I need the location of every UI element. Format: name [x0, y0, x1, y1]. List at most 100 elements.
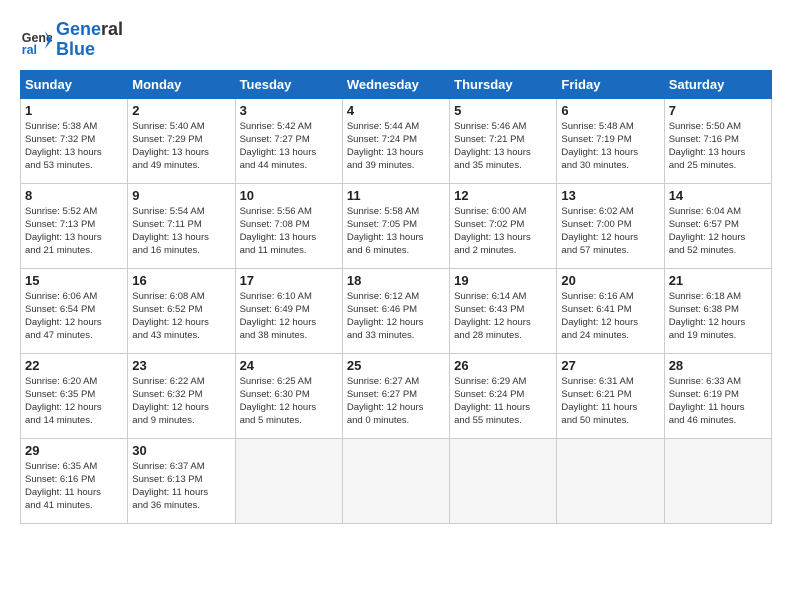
calendar-cell: 24 Sunrise: 6:25 AM Sunset: 6:30 PM Dayli… [235, 353, 342, 438]
calendar-week-row: 29 Sunrise: 6:35 AM Sunset: 6:16 PM Dayli… [21, 438, 772, 523]
calendar-cell: 18 Sunrise: 6:12 AM Sunset: 6:46 PM Dayli… [342, 268, 449, 353]
page-header: Gene ral GeneralBlue [20, 20, 772, 60]
day-number: 1 [25, 103, 123, 118]
day-number: 3 [240, 103, 338, 118]
calendar-cell: 2 Sunrise: 5:40 AM Sunset: 7:29 PM Daylig… [128, 98, 235, 183]
calendar-cell [450, 438, 557, 523]
day-number: 10 [240, 188, 338, 203]
calendar-cell: 10 Sunrise: 5:56 AM Sunset: 7:08 PM Dayli… [235, 183, 342, 268]
calendar-cell: 11 Sunrise: 5:58 AM Sunset: 7:05 PM Dayli… [342, 183, 449, 268]
calendar-cell: 26 Sunrise: 6:29 AM Sunset: 6:24 PM Dayli… [450, 353, 557, 438]
cell-details: Sunrise: 6:18 AM Sunset: 6:38 PM Dayligh… [669, 290, 767, 343]
weekday-header: Thursday [450, 70, 557, 98]
day-number: 23 [132, 358, 230, 373]
calendar-cell: 23 Sunrise: 6:22 AM Sunset: 6:32 PM Dayli… [128, 353, 235, 438]
calendar-cell: 25Sunrise: 6:27 AM Sunset: 6:27 PM Dayli… [342, 353, 449, 438]
cell-details: Sunrise: 5:52 AM Sunset: 7:13 PM Dayligh… [25, 205, 123, 258]
calendar-cell: 3 Sunrise: 5:42 AM Sunset: 7:27 PM Daylig… [235, 98, 342, 183]
calendar-cell [235, 438, 342, 523]
weekday-header: Saturday [664, 70, 771, 98]
calendar-cell: 22 Sunrise: 6:20 AM Sunset: 6:35 PM Dayli… [21, 353, 128, 438]
logo-icon: Gene ral [20, 24, 52, 56]
day-number: 2 [132, 103, 230, 118]
day-number: 22 [25, 358, 123, 373]
day-number: 14 [669, 188, 767, 203]
calendar-week-row: 22 Sunrise: 6:20 AM Sunset: 6:35 PM Dayli… [21, 353, 772, 438]
cell-details: Sunrise: 6:00 AM Sunset: 7:02 PM Dayligh… [454, 205, 552, 258]
calendar-cell [557, 438, 664, 523]
day-number: 18 [347, 273, 445, 288]
day-number: 19 [454, 273, 552, 288]
weekday-header: Friday [557, 70, 664, 98]
cell-details: Sunrise: 6:16 AM Sunset: 6:41 PM Dayligh… [561, 290, 659, 343]
day-number: 6 [561, 103, 659, 118]
cell-details: Sunrise: 6:04 AM Sunset: 6:57 PM Dayligh… [669, 205, 767, 258]
weekday-header: Tuesday [235, 70, 342, 98]
cell-details: Sunrise: 6:33 AM Sunset: 6:19 PM Dayligh… [669, 375, 767, 428]
cell-details: Sunrise: 6:29 AM Sunset: 6:24 PM Dayligh… [454, 375, 552, 428]
day-number: 7 [669, 103, 767, 118]
day-number: 17 [240, 273, 338, 288]
day-number: 4 [347, 103, 445, 118]
calendar-cell: 21 Sunrise: 6:18 AM Sunset: 6:38 PM Dayli… [664, 268, 771, 353]
cell-details: Sunrise: 6:10 AM Sunset: 6:49 PM Dayligh… [240, 290, 338, 343]
calendar-cell: 6Sunrise: 5:48 AM Sunset: 7:19 PM Daylig… [557, 98, 664, 183]
weekday-header: Wednesday [342, 70, 449, 98]
calendar-cell: 20 Sunrise: 6:16 AM Sunset: 6:41 PM Dayli… [557, 268, 664, 353]
cell-details: Sunrise: 6:06 AM Sunset: 6:54 PM Dayligh… [25, 290, 123, 343]
calendar-cell: 8 Sunrise: 5:52 AM Sunset: 7:13 PM Daylig… [21, 183, 128, 268]
day-number: 16 [132, 273, 230, 288]
day-number: 29 [25, 443, 123, 458]
cell-details: Sunrise: 5:42 AM Sunset: 7:27 PM Dayligh… [240, 120, 338, 173]
calendar-cell: 4 Sunrise: 5:44 AM Sunset: 7:24 PM Daylig… [342, 98, 449, 183]
calendar-cell [664, 438, 771, 523]
calendar-cell: 1 Sunrise: 5:38 AM Sunset: 7:32 PM Daylig… [21, 98, 128, 183]
calendar-cell: 29 Sunrise: 6:35 AM Sunset: 6:16 PM Dayli… [21, 438, 128, 523]
cell-details: Sunrise: 5:38 AM Sunset: 7:32 PM Dayligh… [25, 120, 123, 173]
day-number: 27 [561, 358, 659, 373]
logo-text: GeneralBlue [56, 20, 123, 60]
weekday-header: Sunday [21, 70, 128, 98]
cell-details: Sunrise: 5:50 AM Sunset: 7:16 PM Dayligh… [669, 120, 767, 173]
cell-details: Sunrise: 6:14 AM Sunset: 6:43 PM Dayligh… [454, 290, 552, 343]
calendar-table: SundayMondayTuesdayWednesdayThursdayFrid… [20, 70, 772, 524]
logo: Gene ral GeneralBlue [20, 20, 123, 60]
day-number: 26 [454, 358, 552, 373]
calendar-body: 1 Sunrise: 5:38 AM Sunset: 7:32 PM Daylig… [21, 98, 772, 523]
calendar-cell: 14 Sunrise: 6:04 AM Sunset: 6:57 PM Dayli… [664, 183, 771, 268]
calendar-cell: 30 Sunrise: 6:37 AM Sunset: 6:13 PM Dayli… [128, 438, 235, 523]
calendar-cell: 12 Sunrise: 6:00 AM Sunset: 7:02 PM Dayli… [450, 183, 557, 268]
cell-details: Sunrise: 6:35 AM Sunset: 6:16 PM Dayligh… [25, 460, 123, 513]
calendar-cell: 27 Sunrise: 6:31 AM Sunset: 6:21 PM Dayli… [557, 353, 664, 438]
cell-details: Sunrise: 5:58 AM Sunset: 7:05 PM Dayligh… [347, 205, 445, 258]
cell-details: Sunrise: 5:40 AM Sunset: 7:29 PM Dayligh… [132, 120, 230, 173]
cell-details: Sunrise: 6:02 AM Sunset: 7:00 PM Dayligh… [561, 205, 659, 258]
cell-details: Sunrise: 5:56 AM Sunset: 7:08 PM Dayligh… [240, 205, 338, 258]
calendar-cell: 7 Sunrise: 5:50 AM Sunset: 7:16 PM Daylig… [664, 98, 771, 183]
svg-text:ral: ral [22, 43, 37, 56]
calendar-cell: 5 Sunrise: 5:46 AM Sunset: 7:21 PM Daylig… [450, 98, 557, 183]
calendar-cell: 16Sunrise: 6:08 AM Sunset: 6:52 PM Dayli… [128, 268, 235, 353]
cell-details: Sunrise: 6:20 AM Sunset: 6:35 PM Dayligh… [25, 375, 123, 428]
day-number: 5 [454, 103, 552, 118]
day-number: 30 [132, 443, 230, 458]
cell-details: Sunrise: 6:12 AM Sunset: 6:46 PM Dayligh… [347, 290, 445, 343]
calendar-week-row: 15Sunrise: 6:06 AM Sunset: 6:54 PM Dayli… [21, 268, 772, 353]
cell-details: Sunrise: 6:31 AM Sunset: 6:21 PM Dayligh… [561, 375, 659, 428]
day-number: 21 [669, 273, 767, 288]
day-number: 11 [347, 188, 445, 203]
cell-details: Sunrise: 6:25 AM Sunset: 6:30 PM Dayligh… [240, 375, 338, 428]
cell-details: Sunrise: 6:37 AM Sunset: 6:13 PM Dayligh… [132, 460, 230, 513]
day-number: 20 [561, 273, 659, 288]
cell-details: Sunrise: 5:46 AM Sunset: 7:21 PM Dayligh… [454, 120, 552, 173]
day-number: 24 [240, 358, 338, 373]
cell-details: Sunrise: 5:44 AM Sunset: 7:24 PM Dayligh… [347, 120, 445, 173]
day-number: 12 [454, 188, 552, 203]
calendar-week-row: 1 Sunrise: 5:38 AM Sunset: 7:32 PM Daylig… [21, 98, 772, 183]
day-number: 9 [132, 188, 230, 203]
day-number: 25 [347, 358, 445, 373]
cell-details: Sunrise: 6:22 AM Sunset: 6:32 PM Dayligh… [132, 375, 230, 428]
day-number: 8 [25, 188, 123, 203]
calendar-cell: 19 Sunrise: 6:14 AM Sunset: 6:43 PM Dayli… [450, 268, 557, 353]
calendar-cell: 17 Sunrise: 6:10 AM Sunset: 6:49 PM Dayli… [235, 268, 342, 353]
